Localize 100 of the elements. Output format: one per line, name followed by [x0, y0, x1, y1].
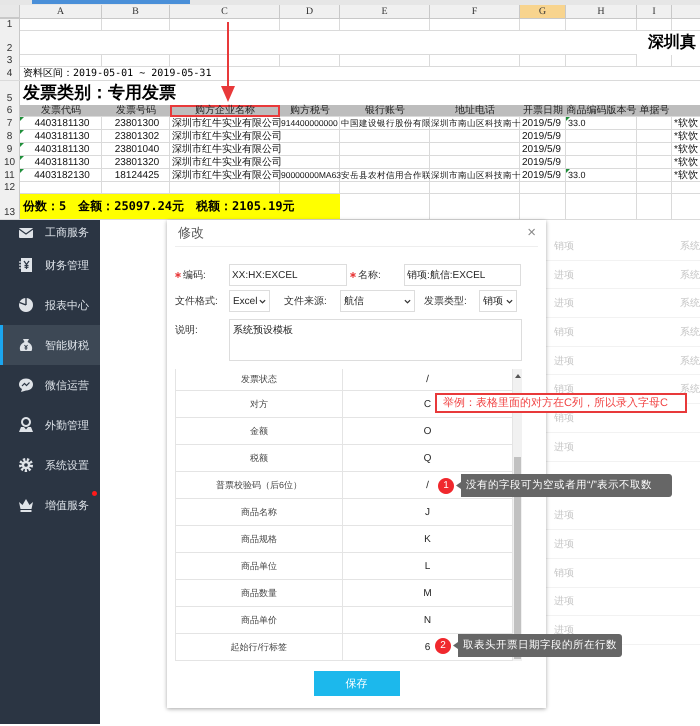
- table-cell: 4403181130: [20, 117, 102, 130]
- text-area[interactable]: 系统预设模板: [229, 319, 522, 361]
- list-text: 系统: [679, 326, 700, 339]
- table-cell: 商品规格: [176, 526, 343, 552]
- column-heading: 发票代码: [40, 105, 82, 117]
- table-cell: 金额: [176, 418, 343, 444]
- table-cell-text: 深圳市红牛实业有限公司: [171, 130, 280, 143]
- nav-item[interactable]: 增值服务: [0, 485, 100, 525]
- close-button[interactable]: ×: [525, 225, 538, 241]
- table-cell: 税额: [176, 445, 343, 471]
- table-cell-text: 33.0: [566, 117, 587, 130]
- dropdown[interactable]: 航信: [340, 290, 415, 312]
- table-cell-text: 2019/5/9: [521, 169, 562, 182]
- table-cell: 商品名称: [176, 499, 343, 525]
- report-title: 深圳真: [637, 31, 700, 55]
- table-cell-text: 2019/5/9: [521, 117, 562, 130]
- row-number[interactable]: 4: [0, 67, 20, 80]
- nav-item[interactable]: 智能财税: [0, 325, 100, 365]
- list-text: 进项: [553, 508, 575, 522]
- table-cell-text: 深圳市红牛实业有限公司: [171, 156, 280, 169]
- tooltip: 取表头开票日期字段的所在行数: [453, 634, 622, 657]
- list-text: 进项: [553, 268, 575, 282]
- column-heading: 单据号: [638, 105, 670, 117]
- money-bag-icon: [18, 337, 34, 353]
- column-heading: 地址电话: [454, 105, 496, 117]
- column-heading: 购方税号: [289, 105, 331, 117]
- row-number[interactable]: 7: [0, 117, 20, 130]
- column-heading: 银行账号: [364, 105, 406, 117]
- row-number[interactable]: 13: [0, 194, 20, 219]
- row-number[interactable]: 6: [0, 105, 20, 117]
- table-cell-text: 安岳县农村信用合作联: [340, 169, 430, 182]
- table-cell: 商品单位: [176, 553, 343, 579]
- list-text: 进项: [553, 354, 575, 368]
- table-cell-text: 90000000MA63: [280, 169, 340, 182]
- row-number[interactable]: 12: [0, 182, 20, 194]
- nav-item[interactable]: 微信运营: [0, 365, 100, 405]
- table-cell-text: *软饮: [673, 156, 699, 169]
- table-cell: 普票校验码（后6位）: [176, 472, 343, 498]
- list-text: 销项: [553, 566, 575, 580]
- dropdown[interactable]: Excel: [229, 290, 270, 312]
- column-heading: 商品编码版本号: [566, 105, 637, 117]
- dropdown[interactable]: 销项: [479, 290, 517, 312]
- table-cell-text: 23801302: [114, 130, 160, 143]
- table-cell-text: 2019/5/9: [521, 130, 562, 143]
- nav-item[interactable]: 工商服务: [0, 220, 100, 245]
- list-text: 进项: [553, 296, 575, 310]
- chevron-icon: [404, 298, 411, 304]
- list-text: 进项: [553, 440, 575, 454]
- field-label: 说明:: [175, 324, 199, 337]
- table-cell-text: *软饮: [673, 169, 699, 182]
- table-cell: 4403181130: [20, 156, 102, 169]
- table-cell: 深圳市南山区科技南十: [430, 117, 520, 130]
- table-cell: 4403181130: [20, 130, 102, 143]
- list-text: 系统: [679, 268, 700, 282]
- table-cell-text: *软饮: [673, 143, 699, 156]
- table-cell: 深圳市南山区科技南十: [430, 169, 520, 182]
- field-label: 发票类型:: [424, 294, 468, 308]
- list-text: 进项: [553, 538, 575, 552]
- column-header[interactable]: G: [520, 5, 566, 18]
- table-cell-text: 33.0: [566, 169, 587, 182]
- chevron-icon: [259, 298, 266, 304]
- field-label: 文件来源:: [284, 294, 328, 308]
- input-field[interactable]: 销项:航信:EXCEL: [404, 264, 521, 286]
- table-cell-text: 914400000000: [280, 117, 339, 130]
- tooltip: 没有的字段可为空或者用“/”表示不取数: [456, 474, 672, 497]
- scroll-up-icon: [515, 374, 521, 378]
- row-number[interactable]: 8: [0, 130, 20, 143]
- row-number[interactable]: 1: [0, 19, 20, 31]
- dialog-title: 修改: [178, 224, 204, 242]
- row-number[interactable]: 10: [0, 156, 20, 169]
- table-cell-text: 2019/5/9: [521, 156, 562, 169]
- table-cell: 对方: [176, 391, 343, 417]
- row-number[interactable]: 3: [0, 55, 20, 67]
- list-text: 进项: [553, 594, 575, 608]
- settings-icon: [18, 457, 34, 473]
- table-cell-text: 23801040: [114, 143, 160, 156]
- nav-item[interactable]: 外勤管理: [0, 405, 100, 445]
- column-heading: 发票号码: [115, 105, 157, 117]
- row-number[interactable]: 9: [0, 143, 20, 156]
- row-number[interactable]: 11: [0, 169, 20, 182]
- column-heading: 开票日期: [522, 105, 564, 117]
- nav-item[interactable]: 报表中心: [0, 285, 100, 325]
- nav-item[interactable]: 系统设置: [0, 445, 100, 485]
- person-pin-icon: [18, 417, 34, 433]
- row-number[interactable]: 5: [0, 81, 20, 105]
- list-text: 销项: [553, 326, 575, 339]
- crown-icon: [18, 497, 34, 513]
- chat-icon: [18, 377, 34, 393]
- nav-item[interactable]: 财务管理: [0, 245, 100, 285]
- input-field[interactable]: XX:HX:EXCEL: [229, 264, 347, 286]
- table-cell-text: 18124425: [114, 169, 160, 182]
- table-cell: 中国建设银行股份有限: [340, 117, 430, 130]
- table-cell: 4403181130: [20, 143, 102, 156]
- table-cell-text: *软饮: [673, 117, 699, 130]
- field-label: 名称:: [358, 269, 381, 282]
- row-number[interactable]: 2: [0, 31, 20, 55]
- table-cell: 商品单价: [176, 607, 343, 633]
- column-heading: 购方企业名称: [170, 105, 280, 117]
- table-cell-text: 23801300: [114, 117, 160, 130]
- summary-text: 份数：5 金额：25097.24元 税额：2105.19元: [20, 194, 340, 219]
